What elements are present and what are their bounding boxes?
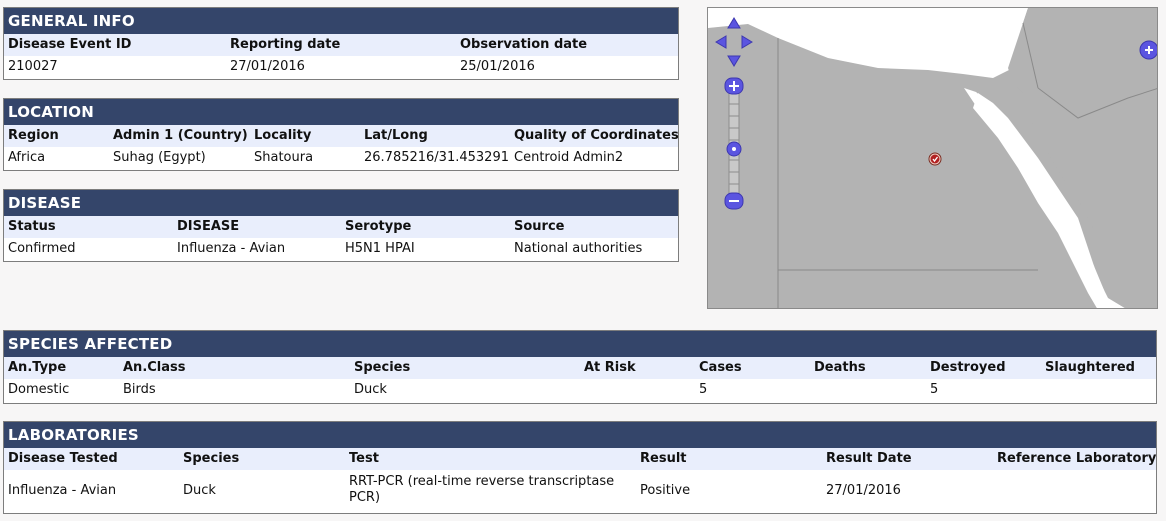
zoom-in-button[interactable] bbox=[724, 77, 744, 95]
zoom-out-button[interactable] bbox=[724, 192, 744, 210]
observation-date-value: 25/01/2016 bbox=[460, 59, 535, 74]
col-species: Species bbox=[354, 360, 411, 375]
col-disease: DISEASE bbox=[177, 219, 240, 234]
outbreak-marker[interactable] bbox=[928, 152, 942, 166]
species-header-row: An.Type An.Class Species At Risk Cases D… bbox=[4, 357, 1156, 379]
lat-long-value: 26.785216/31.453291 bbox=[364, 150, 509, 165]
col-region: Region bbox=[8, 128, 59, 143]
col-source: Source bbox=[514, 219, 565, 234]
general-info-title: GENERAL INFO bbox=[4, 8, 678, 34]
col-admin1-country: Admin 1 (Country) bbox=[113, 128, 248, 143]
col-serotype: Serotype bbox=[345, 219, 412, 234]
location-value-row: Africa Suhag (Egypt) Shatoura 26.785216/… bbox=[4, 147, 678, 169]
laboratories-title: LABORATORIES bbox=[4, 422, 1156, 448]
serotype-value: H5N1 HPAI bbox=[345, 241, 415, 256]
col-slaughtered: Slaughtered bbox=[1045, 360, 1135, 375]
disease-value: Influenza - Avian bbox=[177, 241, 286, 256]
col-deaths: Deaths bbox=[814, 360, 866, 375]
species-value-row: Domestic Birds Duck 5 5 bbox=[4, 379, 1156, 401]
result-date-value: 27/01/2016 bbox=[826, 483, 901, 498]
locality-value: Shatoura bbox=[254, 150, 314, 165]
source-value: National authorities bbox=[514, 241, 643, 256]
col-locality: Locality bbox=[254, 128, 312, 143]
laboratories-panel: LABORATORIES Disease Tested Species Test… bbox=[3, 421, 1157, 514]
col-test: Test bbox=[349, 451, 379, 466]
col-status: Status bbox=[8, 219, 56, 234]
col-disease-event-id: Disease Event ID bbox=[8, 37, 132, 52]
col-reference-laboratory: Reference Laboratory bbox=[997, 451, 1157, 466]
disease-title: DISEASE bbox=[4, 190, 678, 216]
disease-event-id-value: 210027 bbox=[8, 59, 58, 74]
status-value: Confirmed bbox=[8, 241, 76, 256]
species-affected-title: SPECIES AFFECTED bbox=[4, 331, 1156, 357]
an-type-value: Domestic bbox=[8, 382, 70, 397]
quality-of-coordinates-value: Centroid Admin2 bbox=[514, 150, 624, 165]
col-reporting-date: Reporting date bbox=[230, 37, 341, 52]
general-info-value-row: 210027 27/01/2016 25/01/2016 bbox=[4, 56, 678, 78]
test-value: RRT-PCR (real-time reverse transcriptase… bbox=[349, 474, 615, 505]
col-lat-long: Lat/Long bbox=[364, 128, 428, 143]
location-title: LOCATION bbox=[4, 99, 678, 125]
disease-tested-value: Influenza - Avian bbox=[8, 483, 117, 498]
col-cases: Cases bbox=[699, 360, 742, 375]
col-observation-date: Observation date bbox=[460, 37, 588, 52]
col-destroyed: Destroyed bbox=[930, 360, 1006, 375]
layer-switcher-button[interactable] bbox=[1139, 40, 1158, 60]
species-value: Duck bbox=[354, 382, 387, 397]
cases-value: 5 bbox=[699, 382, 708, 397]
admin1-country-value: Suhag (Egypt) bbox=[113, 150, 206, 165]
reporting-date-value: 27/01/2016 bbox=[230, 59, 305, 74]
col-an-type: An.Type bbox=[8, 360, 67, 375]
laboratories-header-row: Disease Tested Species Test Result Resul… bbox=[4, 448, 1156, 470]
col-lab-species: Species bbox=[183, 451, 240, 466]
region-value: Africa bbox=[8, 150, 46, 165]
outbreak-map[interactable] bbox=[707, 7, 1158, 309]
result-value: Positive bbox=[640, 483, 691, 498]
map-canvas[interactable] bbox=[708, 8, 1158, 309]
disease-header-row: Status DISEASE Serotype Source bbox=[4, 216, 678, 238]
laboratories-value-row: Influenza - Avian Duck RRT-PCR (real-tim… bbox=[4, 470, 1156, 512]
disease-panel: DISEASE Status DISEASE Serotype Source C… bbox=[3, 189, 679, 262]
col-disease-tested: Disease Tested bbox=[8, 451, 118, 466]
an-class-value: Birds bbox=[123, 382, 156, 397]
col-an-class: An.Class bbox=[123, 360, 186, 375]
col-result: Result bbox=[640, 451, 687, 466]
general-info-header-row: Disease Event ID Reporting date Observat… bbox=[4, 34, 678, 56]
zoom-slider-handle[interactable] bbox=[726, 141, 742, 157]
species-affected-panel: SPECIES AFFECTED An.Type An.Class Specie… bbox=[3, 330, 1157, 404]
general-info-panel: GENERAL INFO Disease Event ID Reporting … bbox=[3, 7, 679, 80]
col-at-risk: At Risk bbox=[584, 360, 636, 375]
disease-value-row: Confirmed Influenza - Avian H5N1 HPAI Na… bbox=[4, 238, 678, 260]
col-quality-of-coordinates: Quality of Coordinates bbox=[514, 128, 679, 143]
location-panel: LOCATION Region Admin 1 (Country) Locali… bbox=[3, 98, 679, 171]
lab-species-value: Duck bbox=[183, 483, 216, 498]
col-result-date: Result Date bbox=[826, 451, 912, 466]
location-header-row: Region Admin 1 (Country) Locality Lat/Lo… bbox=[4, 125, 679, 147]
destroyed-value: 5 bbox=[930, 382, 939, 397]
